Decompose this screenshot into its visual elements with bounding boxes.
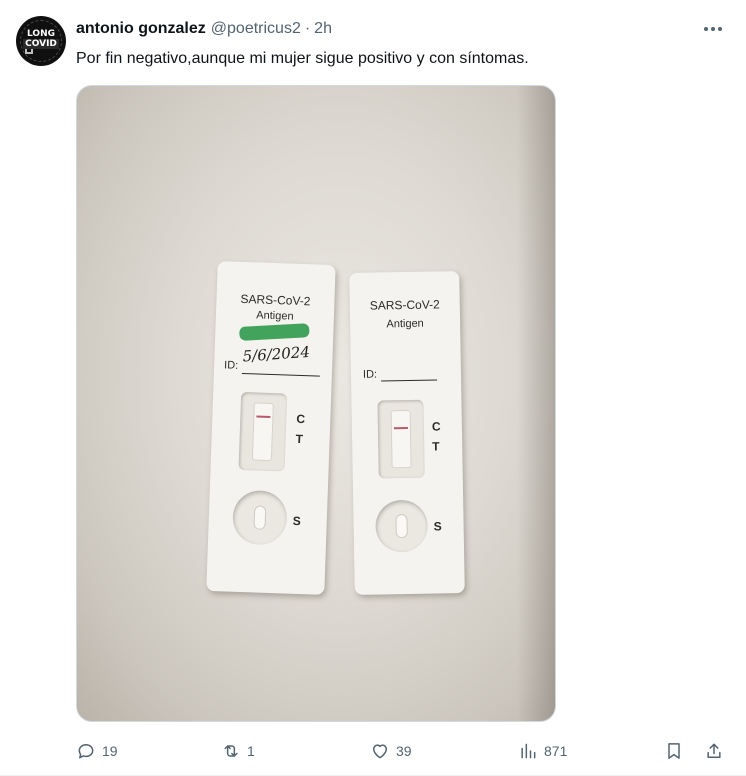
cassette-id-line [381,379,438,382]
retweet-button[interactable]: 1 [221,738,255,764]
sample-hole [395,514,408,539]
test-strip [251,402,274,462]
like-count: 39 [396,743,412,759]
separator-dot: · [304,20,311,37]
views-icon [521,743,536,759]
control-mark: C [296,411,306,427]
control-line [393,426,408,430]
cassette-subtitle: Antigen [256,309,294,323]
photo-shadow [517,86,555,721]
green-scribble [239,323,310,341]
test-cassette-left: SARS-CoV-2 Antigen ID: 5/6/2024 C T S [206,261,336,595]
author-name[interactable]: antonio gonzalez [76,20,206,38]
cassette-id-label: ID: [362,368,378,381]
more-icon [704,27,708,31]
cassette-id-label: ID: [223,359,239,372]
test-cassette-right: SARS-CoV-2 Antigen ID: C T S [349,271,465,595]
sample-mark: S [292,513,302,529]
avatar-text-line2: COVID [23,39,59,49]
share-button[interactable] [704,738,724,764]
sample-well [375,499,429,553]
cassette-subtitle: Antigen [386,317,424,331]
cassette-id-line [241,372,320,377]
tweet-actions: 19 1 39 871 [76,738,726,764]
control-mark: C [431,419,441,434]
test-mark: T [432,439,440,454]
bookmark-icon [668,743,680,759]
sample-hole [253,505,267,530]
share-icon [707,743,721,758]
tweet-photo[interactable]: SARS-CoV-2 Antigen ID: 5/6/2024 C T S SA… [76,85,556,722]
test-strip [390,409,412,469]
like-button[interactable]: 39 [370,738,412,764]
cassette-title: SARS-CoV-2 [240,291,311,309]
tweet[interactable]: LONG COVID antonio gonzalez @poetricus2 … [0,0,746,776]
control-line [256,415,271,418]
result-window [377,399,425,479]
more-button[interactable] [698,16,728,42]
reply-icon [78,744,94,759]
result-window [238,391,288,472]
retweet-count: 1 [247,743,255,759]
views-count: 871 [544,743,568,759]
test-mark: T [295,431,304,447]
reply-button[interactable]: 19 [76,738,118,764]
avatar[interactable]: LONG COVID [16,16,66,66]
sample-mark: S [433,519,442,534]
bookmark-button[interactable] [664,738,684,764]
timestamp[interactable]: 2h [314,20,332,38]
avatar-text-line1: LONG [27,29,55,39]
tweet-header: antonio gonzalez @poetricus2 · 2h [76,18,332,40]
retweet-icon [224,745,238,757]
handwritten-date: 5/6/2024 [242,342,311,366]
sample-well [231,489,288,546]
views-button[interactable]: 871 [518,738,567,764]
reply-count: 19 [102,743,118,759]
author-handle[interactable]: @poetricus2 [211,20,301,38]
tweet-text: Por fin negativo,aunque mi mujer sigue p… [76,50,529,67]
cassette-title: SARS-CoV-2 [369,297,440,313]
heart-icon [373,744,387,759]
